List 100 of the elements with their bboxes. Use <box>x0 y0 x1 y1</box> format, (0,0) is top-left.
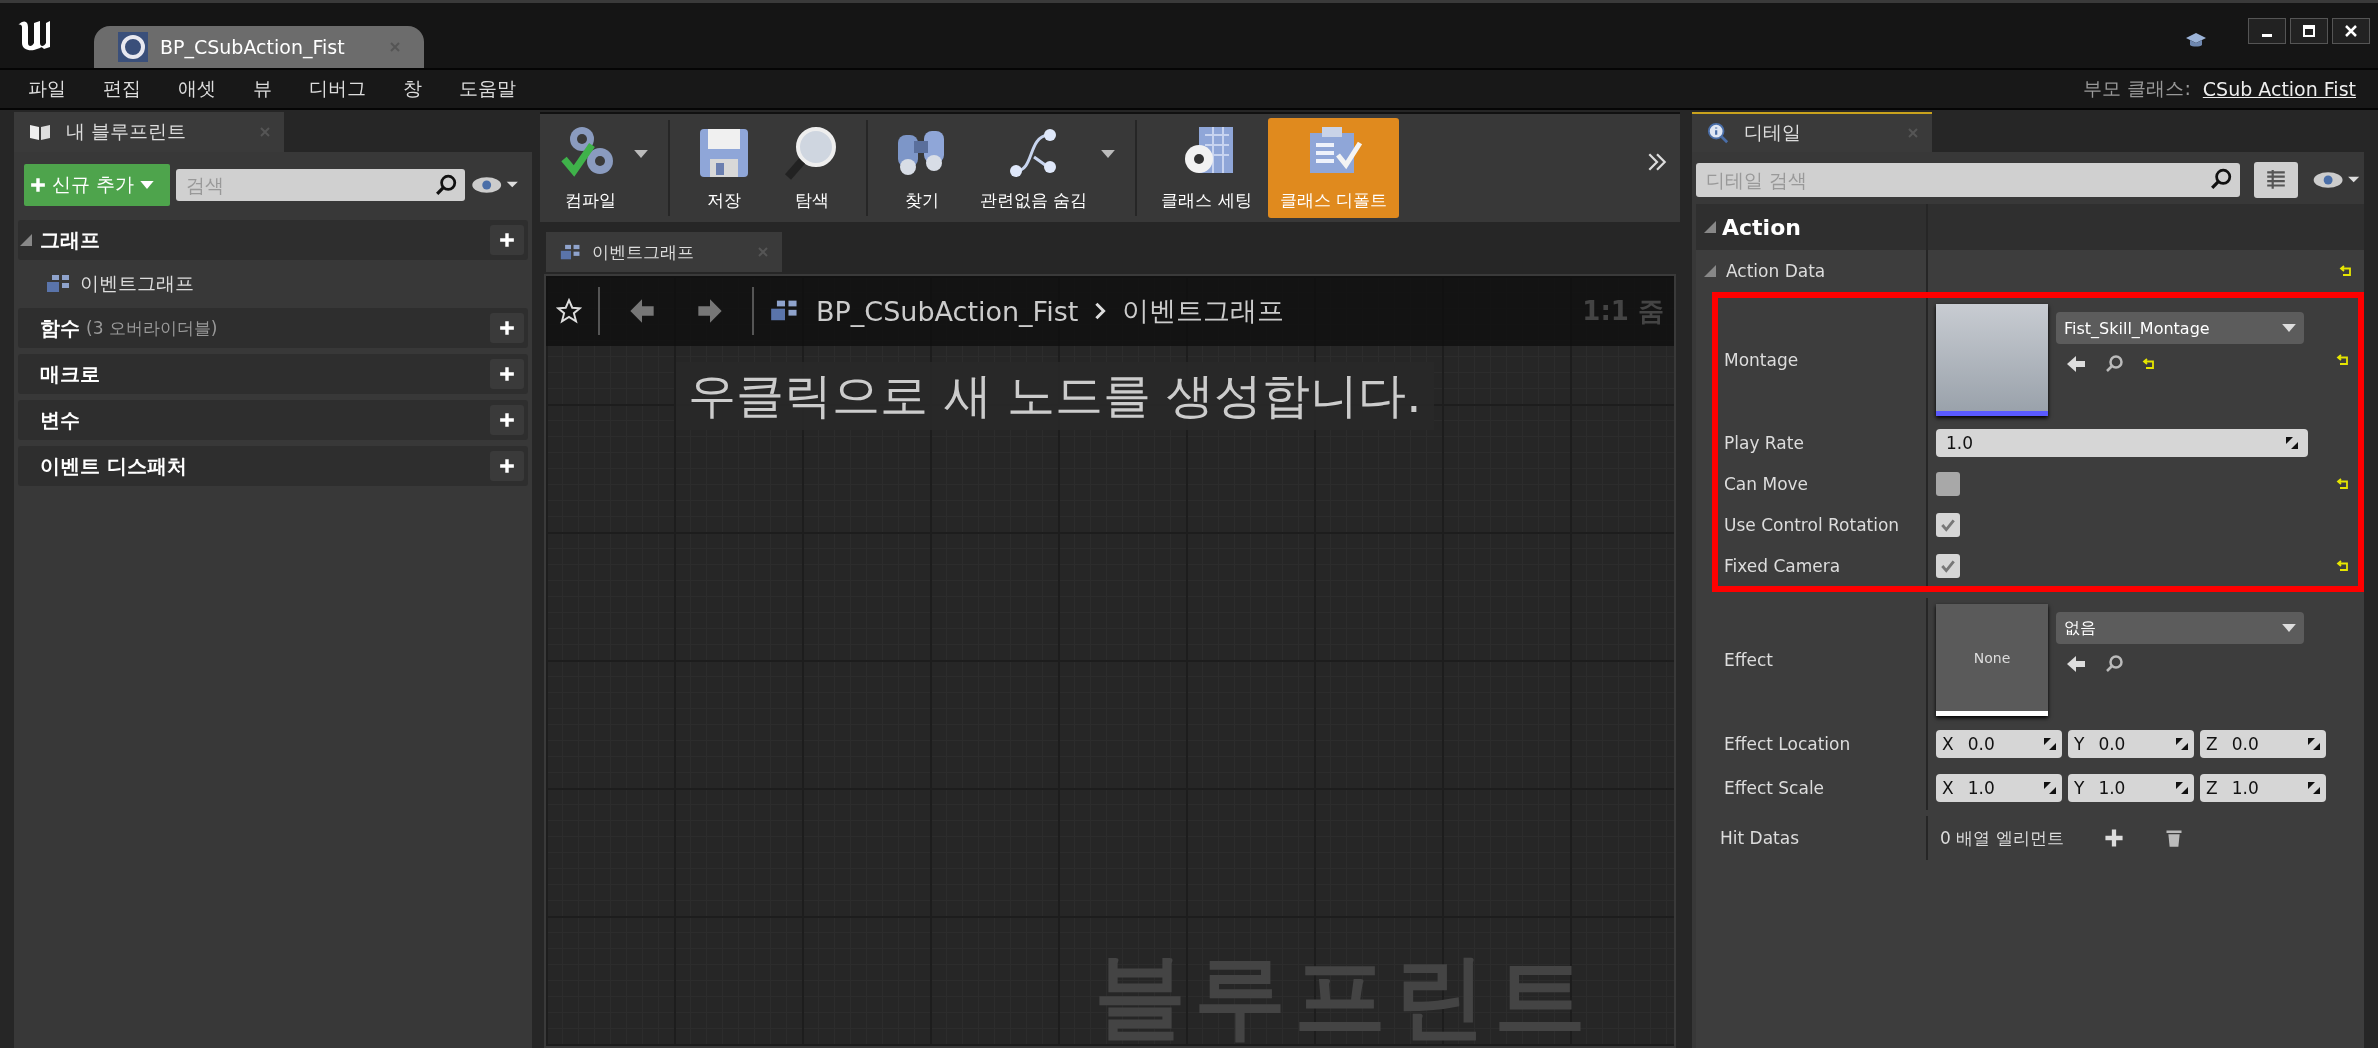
search-icon <box>434 174 457 196</box>
caret-icon[interactable] <box>1101 150 1116 158</box>
caret-icon <box>140 181 155 189</box>
property-label: Effect Location <box>1724 734 1851 754</box>
drag-handle-icon <box>2176 782 2188 794</box>
vector-field[interactable]: X 1.0 <box>1936 774 2062 802</box>
menu-item[interactable]: 편집 <box>103 76 141 102</box>
category-title: 변수 <box>40 406 80 434</box>
add-button[interactable] <box>490 359 524 389</box>
star-icon[interactable] <box>556 298 582 324</box>
minimize-button[interactable] <box>2248 18 2286 44</box>
maximize-icon <box>2302 24 2316 38</box>
search-icon[interactable] <box>2104 654 2124 674</box>
expand-triangle-icon[interactable] <box>1704 265 1716 277</box>
category-header[interactable]: 매크로 <box>18 354 528 394</box>
info-magnifier-icon <box>1706 122 1730 144</box>
vector-field[interactable]: Y 0.0 <box>2068 730 2194 758</box>
reset-arrow-icon[interactable] <box>2336 354 2350 366</box>
chevron-right-icon <box>1094 301 1107 321</box>
reset-arrow-icon[interactable] <box>2336 559 2350 572</box>
document-tab[interactable]: BP_CSubAction_Fist <box>94 26 424 68</box>
close-button[interactable] <box>2332 18 2370 44</box>
graph-list-item[interactable]: 이벤트그래프 <box>14 266 532 302</box>
add-button[interactable] <box>490 451 524 481</box>
reset-arrow-icon[interactable] <box>2142 358 2156 370</box>
category-title: 이벤트 디스패처 <box>40 452 187 480</box>
panel-tab[interactable]: 내 블루프린트 <box>14 112 284 152</box>
property-label: Can Move <box>1724 473 1809 494</box>
expand-triangle-icon[interactable] <box>20 234 32 246</box>
expand-triangle-icon[interactable] <box>1704 221 1716 233</box>
vector-field[interactable]: X 0.0 <box>1936 730 2062 758</box>
eye-icon[interactable] <box>470 175 520 195</box>
number-field[interactable]: 1.0 <box>1936 428 2308 457</box>
category-title: Action <box>1722 214 1801 240</box>
toolbar-button[interactable]: 클래스 세팅 <box>1149 118 1264 218</box>
reset-arrow-icon[interactable] <box>2339 265 2353 277</box>
menu-item[interactable]: 도움말 <box>459 76 516 102</box>
category-header[interactable]: 이벤트 디스패처 <box>18 446 528 486</box>
checkbox[interactable] <box>1936 553 1960 578</box>
plus-icon <box>499 232 515 248</box>
thumbnail-label: None <box>1973 649 2011 666</box>
toolbar-button[interactable]: 관련없음 숨김 <box>968 118 1100 218</box>
plus-icon <box>499 458 515 474</box>
drag-handle-icon <box>2286 436 2298 449</box>
breadcrumb-link[interactable]: BP_CSubAction_Fist <box>816 295 1079 327</box>
toolbar-label: 탐색 <box>795 189 829 212</box>
menu-item[interactable]: 디버그 <box>309 76 366 102</box>
property-label: Play Rate <box>1724 432 1804 453</box>
grid-list-icon <box>2265 169 2287 191</box>
toolbar-button[interactable]: 탐색 <box>770 118 854 218</box>
reset-arrow-icon[interactable] <box>2336 477 2350 490</box>
vector-field[interactable]: Z 0.0 <box>2200 730 2326 758</box>
toolbar-button[interactable]: 찾기 <box>880 118 964 218</box>
toolbar-button[interactable]: 저장 <box>682 118 766 218</box>
close-icon <box>2344 24 2358 38</box>
parent-class-link[interactable]: CSub Action Fist <box>2202 78 2356 100</box>
panel-tab[interactable]: 디테일 <box>1692 112 1932 152</box>
toolbar-label: 찾기 <box>905 189 939 212</box>
category-header[interactable]: 그래프 <box>18 220 528 260</box>
forward-arrow-icon[interactable] <box>696 297 724 325</box>
maximize-button[interactable] <box>2290 18 2328 44</box>
drag-handle-icon <box>2044 738 2056 750</box>
category-header[interactable]: 함수 (3 오버라이더블) <box>18 308 528 348</box>
graph-icon <box>560 243 582 261</box>
vector-field[interactable]: Y 1.0 <box>2068 774 2194 802</box>
menu-item[interactable]: 파일 <box>28 76 66 102</box>
overflow-chevron-icon[interactable] <box>1646 151 1668 173</box>
menu-item[interactable]: 창 <box>403 76 422 102</box>
graph-tab[interactable]: 이벤트그래프 <box>546 232 782 272</box>
add-button[interactable] <box>490 313 524 343</box>
plus-icon[interactable] <box>2103 828 2124 848</box>
vector-field[interactable]: Z 1.0 <box>2200 774 2326 802</box>
add-button[interactable] <box>490 225 524 255</box>
menu-item[interactable]: 뷰 <box>253 76 272 102</box>
graph-icon <box>770 299 800 323</box>
asset-dropdown[interactable]: 없음 <box>2056 612 2304 644</box>
asset-dropdown[interactable]: Fist_Skill_Montage <box>2056 312 2304 344</box>
left-arrow-icon[interactable] <box>2066 654 2086 674</box>
menu-item[interactable]: 애셋 <box>178 76 216 102</box>
property-matrix-button[interactable] <box>2254 162 2298 198</box>
search-icon[interactable] <box>2104 354 2124 374</box>
category-header[interactable]: 변수 <box>18 400 528 440</box>
category-header[interactable]: Action <box>1696 204 2364 250</box>
graph-tab-title: 이벤트그래프 <box>592 240 694 264</box>
back-arrow-icon[interactable] <box>628 297 656 325</box>
plus-icon <box>499 366 515 382</box>
caret-icon <box>2282 624 2296 632</box>
toolbar-label: 저장 <box>707 189 741 212</box>
caret-icon <box>2282 324 2296 332</box>
add-button[interactable] <box>490 405 524 435</box>
checkbox[interactable] <box>1936 471 1960 496</box>
category-title: 그래프 <box>40 226 100 254</box>
left-arrow-icon[interactable] <box>2066 354 2086 374</box>
caret-icon[interactable] <box>634 150 648 158</box>
asset-thumbnail[interactable]: None <box>1936 604 2048 716</box>
asset-name: 없음 <box>2064 617 2096 639</box>
checkbox[interactable] <box>1936 512 1960 537</box>
drag-handle-icon <box>2176 738 2188 750</box>
toolbar-button[interactable]: 컴파일 <box>548 118 632 218</box>
graph-hint: 우클릭으로 새 노드를 생성합니다. <box>676 362 1434 430</box>
